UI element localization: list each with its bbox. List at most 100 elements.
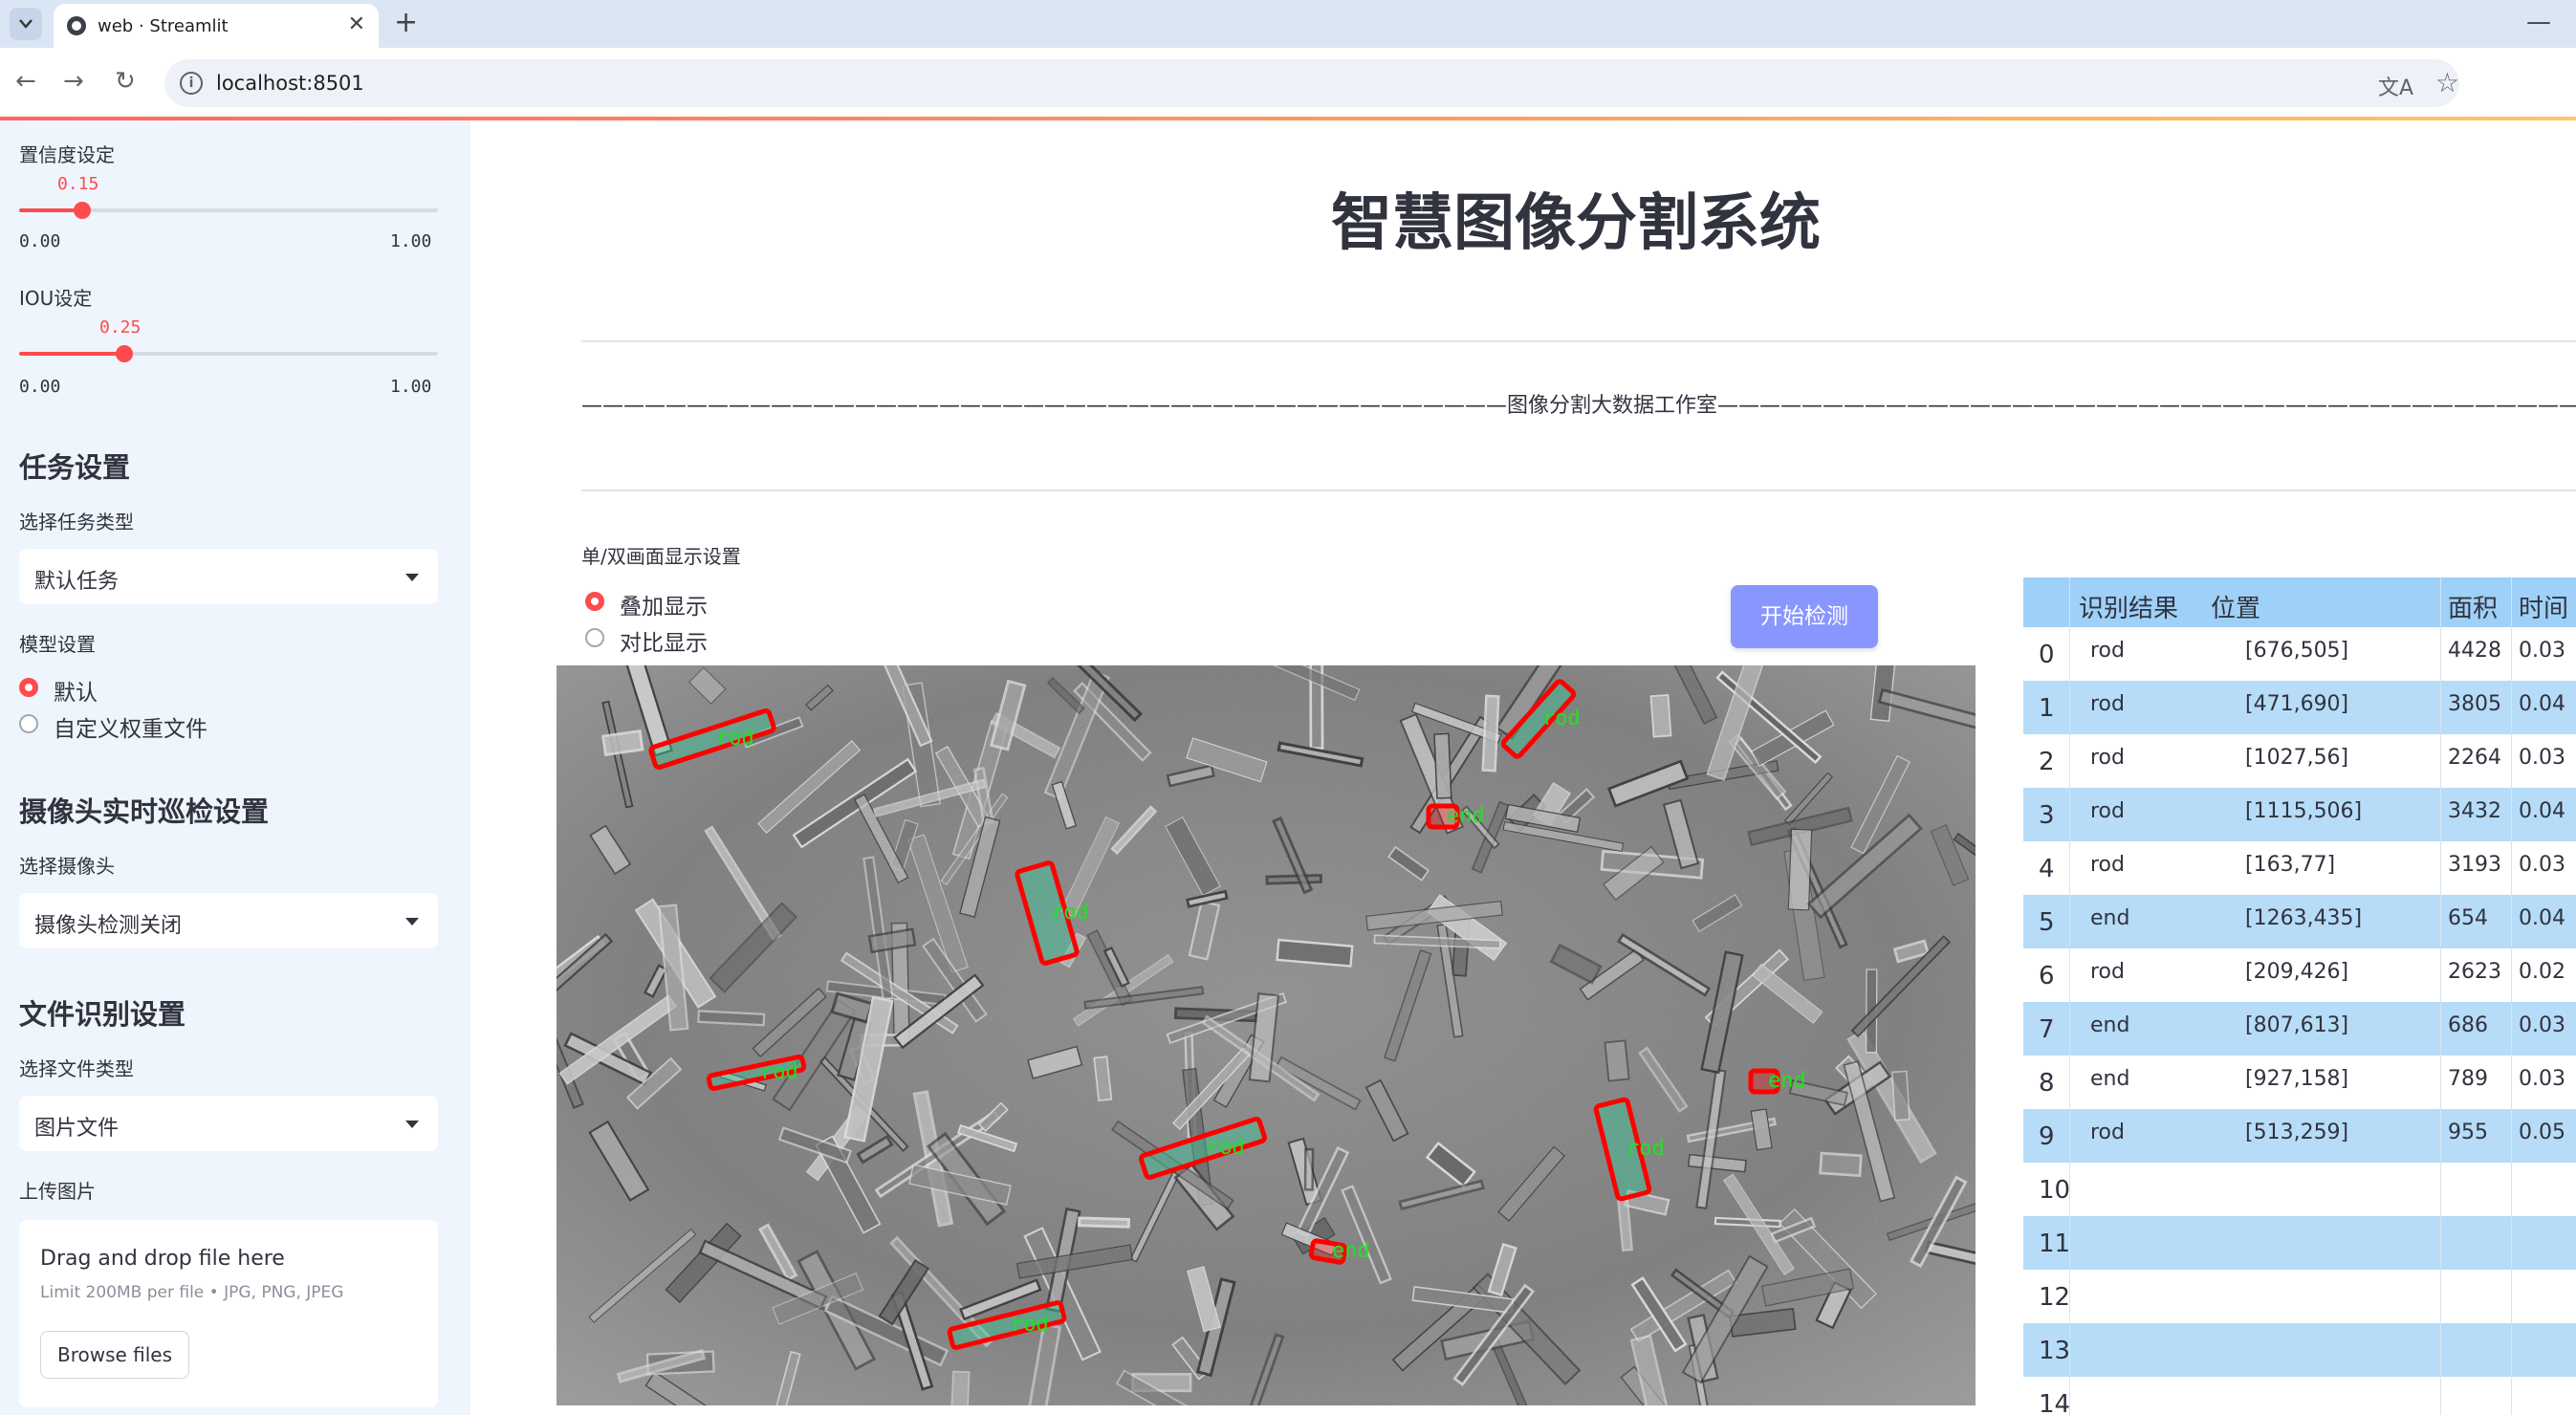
tab-search-button[interactable] <box>10 8 42 40</box>
table-row[interactable]: 3 rod [1115,506] 3432 0.04 <box>2023 788 2576 841</box>
cell-area: 2264 <box>2448 746 2501 770</box>
cell-time: 0.04 <box>2519 906 2565 930</box>
caret-down-icon <box>405 1121 419 1128</box>
confidence-min: 0.00 <box>19 231 61 251</box>
row-index: 4 <box>2039 855 2055 883</box>
caret-down-icon <box>405 918 419 925</box>
table-row[interactable]: 4 rod [163,77] 3193 0.03 <box>2023 841 2576 895</box>
header-position[interactable]: 位置 <box>2211 589 2260 624</box>
model-option-label: 自定义权重文件 <box>54 717 207 742</box>
cell-position: [163,77] <box>2245 853 2336 877</box>
back-arrow-icon[interactable]: ← <box>15 67 36 96</box>
row-index: 12 <box>2039 1283 2071 1312</box>
iou-slider-fill <box>19 352 124 356</box>
table-row[interactable]: 8 end [927,158] 789 0.03 <box>2023 1056 2576 1109</box>
file-dropzone[interactable]: Drag and drop file here Limit 200MB per … <box>19 1220 438 1407</box>
task-type-value: 默认任务 <box>34 570 120 594</box>
cell-area: 3193 <box>2448 853 2501 877</box>
close-icon[interactable]: ✕ <box>348 12 365 36</box>
cell-time: 0.03 <box>2519 853 2565 877</box>
row-index: 9 <box>2039 1122 2055 1151</box>
iou-slider[interactable] <box>19 345 438 362</box>
cell-result: rod <box>2090 853 2125 877</box>
model-option-label: 默认 <box>54 681 98 706</box>
confidence-label: 置信度设定 <box>19 143 115 166</box>
iou-max: 1.00 <box>390 377 432 397</box>
table-row[interactable]: 11 <box>2023 1216 2576 1270</box>
cell-result: rod <box>2090 799 2125 823</box>
browse-files-button[interactable]: Browse files <box>40 1331 189 1379</box>
radio-selected-icon[interactable] <box>19 678 38 697</box>
detection-label: rod <box>1011 1313 1049 1337</box>
radio-unselected-icon[interactable] <box>585 628 604 647</box>
cell-area: 686 <box>2448 1013 2488 1037</box>
results-table[interactable]: 识别结果 位置 面积 时间 0 rod [676,505] 4428 0.03 1 rod [… <box>2023 577 2576 1415</box>
cell-position: [927,158] <box>2245 1067 2349 1091</box>
detection-label: rod <box>760 1060 798 1084</box>
file-type-select[interactable]: 图片文件 <box>19 1096 438 1151</box>
iou-slider-thumb[interactable] <box>115 345 133 362</box>
radio-selected-icon[interactable] <box>585 592 604 611</box>
task-type-select[interactable]: 默认任务 <box>19 549 438 604</box>
cell-time: 0.04 <box>2519 799 2565 823</box>
cell-result: rod <box>2090 1121 2125 1144</box>
sidebar: 置信度设定 0.15 0.00 1.00 IOU设定 0.25 0.00 1.0… <box>0 120 470 1415</box>
radio-unselected-icon[interactable] <box>19 714 38 733</box>
cell-time: 0.03 <box>2519 746 2565 770</box>
site-info-icon[interactable]: i <box>180 72 203 95</box>
confidence-slider-thumb[interactable] <box>73 202 91 219</box>
confidence-slider[interactable] <box>19 202 438 219</box>
cell-position: [513,259] <box>2245 1121 2349 1144</box>
row-index: 0 <box>2039 641 2055 669</box>
cell-result: end <box>2090 1067 2130 1091</box>
header-time[interactable]: 时间 <box>2519 589 2568 624</box>
table-row[interactable]: 14 <box>2023 1377 2576 1415</box>
dropzone-limit: Limit 200MB per file • JPG, PNG, JPEG <box>40 1283 344 1302</box>
iou-value: 0.25 <box>99 317 142 337</box>
page-title: 智慧图像分割系统 <box>1331 188 1821 259</box>
cell-result: rod <box>2090 960 2125 984</box>
detection-label: rod <box>1051 901 1089 925</box>
row-index: 13 <box>2039 1337 2071 1365</box>
minimize-icon[interactable]: — <box>2526 8 2551 36</box>
table-row[interactable]: 13 <box>2023 1323 2576 1377</box>
table-row[interactable]: 0 rod [676,505] 4428 0.03 <box>2023 627 2576 681</box>
cell-position: [1027,56] <box>2245 746 2349 770</box>
chevron-down-icon <box>19 19 33 29</box>
table-row[interactable]: 1 rod [471,690] 3805 0.04 <box>2023 681 2576 734</box>
cell-result: rod <box>2090 639 2125 663</box>
reload-icon[interactable]: ↻ <box>115 67 136 96</box>
table-row[interactable]: 9 rod [513,259] 955 0.05 <box>2023 1109 2576 1163</box>
start-detection-button[interactable]: 开始检测 <box>1731 585 1878 648</box>
caret-down-icon <box>405 574 419 581</box>
dropzone-title: Drag and drop file here <box>40 1247 285 1271</box>
cell-area: 955 <box>2448 1121 2488 1144</box>
detection-label: end <box>1332 1239 1370 1263</box>
table-row[interactable]: 2 rod [1027,56] 2264 0.03 <box>2023 734 2576 788</box>
table-row[interactable]: 5 end [1263,435] 654 0.04 <box>2023 895 2576 948</box>
bookmark-star-icon[interactable]: ☆ <box>2435 67 2459 98</box>
table-row[interactable]: 7 end [807,613] 686 0.03 <box>2023 1002 2576 1056</box>
table-row[interactable]: 12 <box>2023 1270 2576 1323</box>
header-result[interactable]: 识别结果 <box>2079 589 2178 624</box>
browser-tab-bar: web · Streamlit ✕ + — <box>0 0 2576 48</box>
row-index: 3 <box>2039 801 2055 830</box>
url-field[interactable]: i localhost:8501 文A ☆ <box>164 59 2459 107</box>
table-row[interactable]: 10 <box>2023 1163 2576 1216</box>
cell-area: 2623 <box>2448 960 2501 984</box>
cell-position: [1115,506] <box>2245 799 2363 823</box>
file-type-value: 图片文件 <box>34 1117 120 1141</box>
task-settings-header: 任务设置 <box>19 451 131 484</box>
camera-select-value: 摄像头检测关闭 <box>34 914 183 938</box>
row-index: 5 <box>2039 908 2055 937</box>
forward-arrow-icon[interactable]: → <box>63 67 84 96</box>
cell-time: 0.04 <box>2519 692 2565 716</box>
display-option-label: 对比显示 <box>620 631 708 656</box>
translate-icon[interactable]: 文A <box>2378 71 2413 101</box>
new-tab-icon[interactable]: + <box>394 6 418 39</box>
header-area[interactable]: 面积 <box>2448 589 2498 624</box>
camera-select[interactable]: 摄像头检测关闭 <box>19 893 438 948</box>
cell-result: end <box>2090 906 2130 930</box>
table-row[interactable]: 6 rod [209,426] 2623 0.02 <box>2023 948 2576 1002</box>
browser-tab[interactable]: web · Streamlit ✕ <box>54 4 379 48</box>
